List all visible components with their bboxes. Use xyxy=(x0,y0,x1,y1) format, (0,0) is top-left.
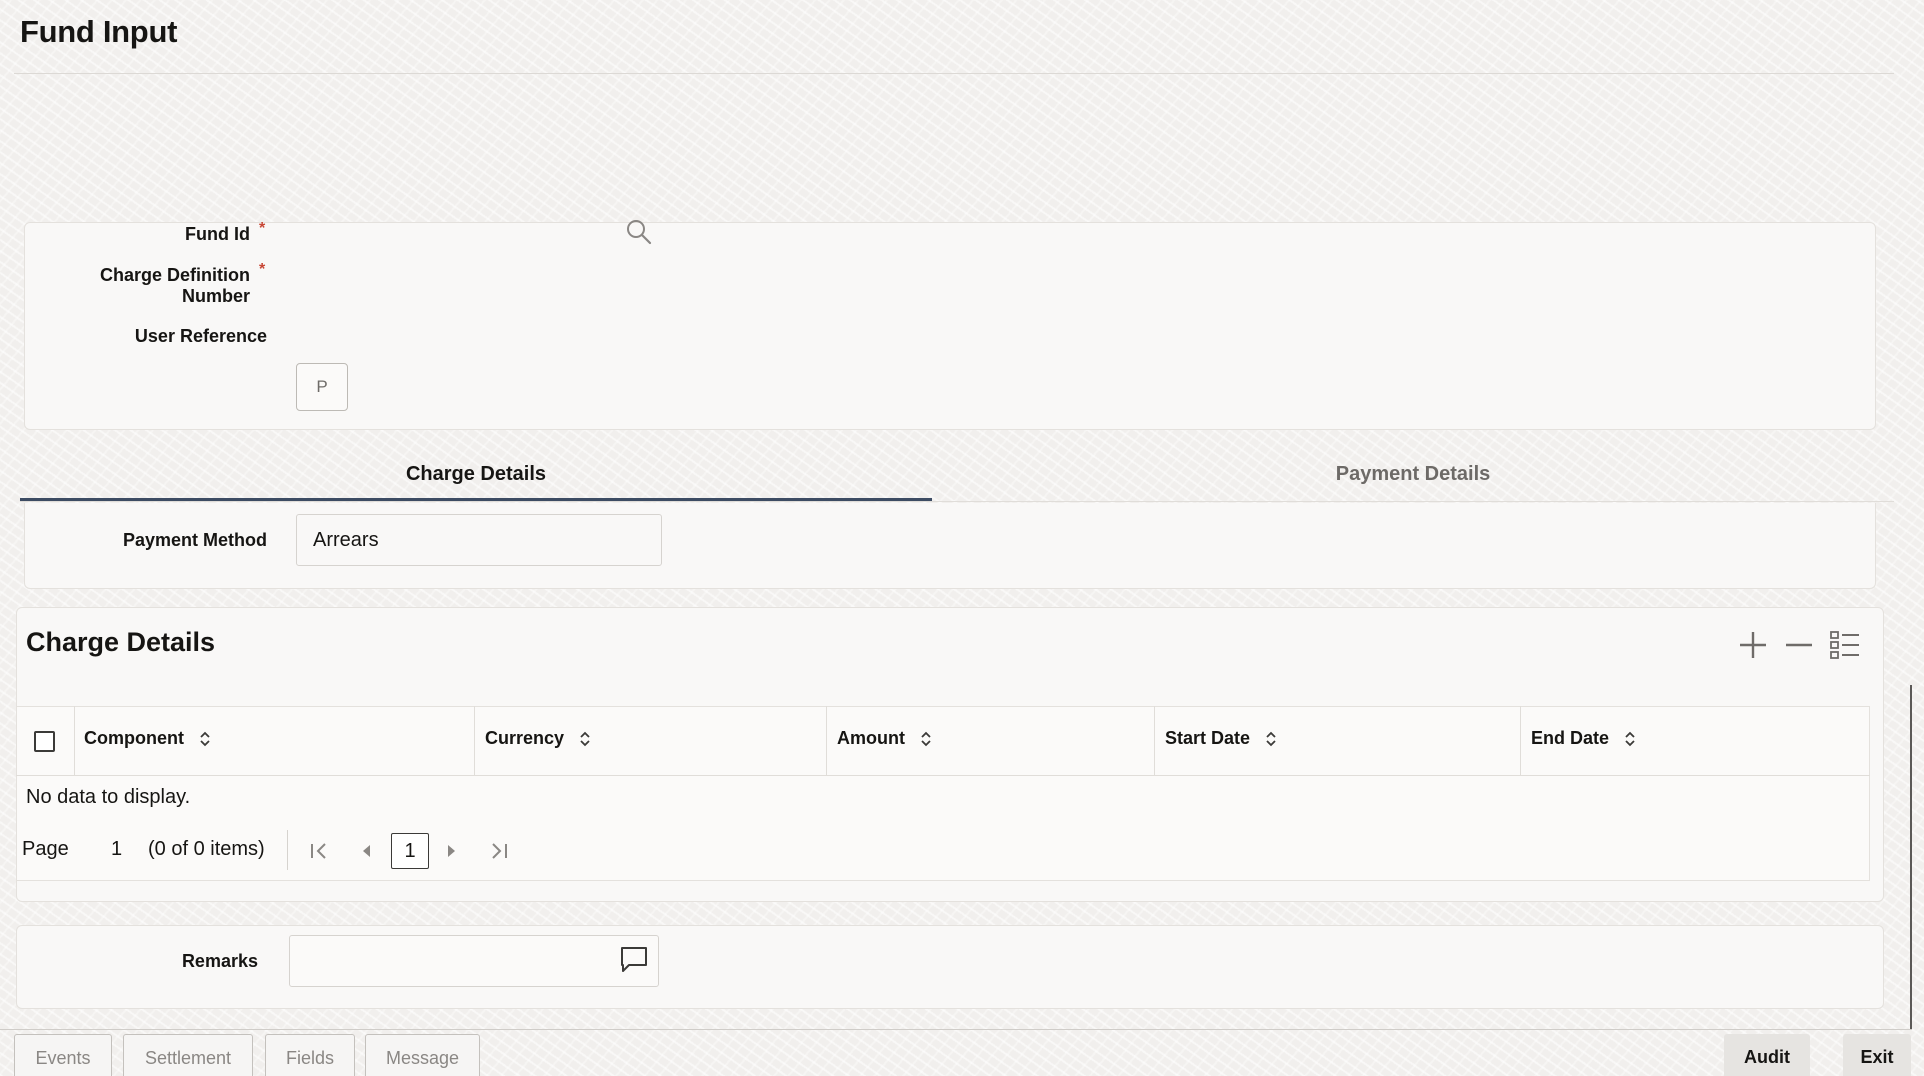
message-button[interactable]: Message xyxy=(365,1034,480,1076)
plus-icon[interactable] xyxy=(1736,628,1770,662)
page-title: Fund Input xyxy=(20,14,178,49)
tab-charge-details[interactable]: Charge Details xyxy=(20,456,932,502)
last-page-icon[interactable] xyxy=(486,836,512,866)
column-header-currency[interactable]: Currency xyxy=(485,728,592,749)
required-mark: * xyxy=(259,261,266,278)
charge-definition-label-line2: Number xyxy=(181,286,250,306)
charge-details-title: Charge Details xyxy=(26,627,216,657)
charge-definition-label-line1: Charge Definition xyxy=(99,265,250,285)
pager-label: Page xyxy=(22,838,69,860)
column-label: End Date xyxy=(1531,728,1610,748)
exit-button[interactable]: Exit xyxy=(1843,1034,1911,1076)
sort-icon[interactable] xyxy=(198,729,212,749)
search-icon[interactable] xyxy=(624,217,654,247)
column-label: Start Date xyxy=(1165,728,1251,748)
column-divider xyxy=(74,706,75,776)
column-header-amount[interactable]: Amount xyxy=(837,728,933,749)
sort-icon[interactable] xyxy=(919,729,933,749)
remarks-label: Remarks xyxy=(181,951,258,971)
message-icon[interactable] xyxy=(618,944,650,974)
payment-method-field[interactable]: Arrears xyxy=(296,514,662,566)
column-header-end-date[interactable]: End Date xyxy=(1531,728,1637,749)
select-all-checkbox[interactable] xyxy=(34,731,55,752)
pager-page-number: 1 xyxy=(111,838,123,860)
charge-definition-label: Charge Definition Number xyxy=(60,265,250,307)
pager-divider xyxy=(287,830,288,870)
column-label: Currency xyxy=(485,728,565,748)
title-divider xyxy=(14,73,1894,74)
audit-button[interactable]: Audit xyxy=(1724,1034,1810,1076)
user-reference-label: User Reference xyxy=(134,326,267,346)
settlement-button[interactable]: Settlement xyxy=(123,1034,253,1076)
next-page-icon[interactable] xyxy=(438,836,464,866)
scroll-edge xyxy=(1910,685,1912,1030)
payment-method-label: Payment Method xyxy=(122,530,267,550)
fields-button[interactable]: Fields xyxy=(265,1034,355,1076)
list-icon[interactable] xyxy=(1828,628,1862,662)
column-header-component[interactable]: Component xyxy=(84,728,212,749)
column-label: Component xyxy=(84,728,184,748)
previous-page-icon[interactable] xyxy=(354,836,380,866)
charge-definition-field[interactable] xyxy=(296,262,656,292)
minus-icon[interactable] xyxy=(1782,628,1816,662)
fund-id-label-text: Fund Id xyxy=(185,224,250,244)
empty-message: No data to display. xyxy=(26,786,191,808)
sort-icon[interactable] xyxy=(578,729,592,749)
current-page-input[interactable]: 1 xyxy=(391,833,429,869)
sort-icon[interactable] xyxy=(1264,729,1278,749)
pager-items-count: (0 of 0 items) xyxy=(148,838,265,860)
column-divider xyxy=(1520,706,1521,776)
column-label: Amount xyxy=(837,728,905,748)
column-divider xyxy=(1154,706,1155,776)
fund-id-label: Fund Id xyxy=(120,224,250,245)
column-divider xyxy=(474,706,475,776)
user-reference-field[interactable] xyxy=(296,322,656,352)
p-button[interactable]: P xyxy=(296,363,348,411)
first-page-icon[interactable] xyxy=(306,836,332,866)
sort-icon[interactable] xyxy=(1623,729,1637,749)
remarks-field[interactable] xyxy=(289,935,659,987)
fund-id-field[interactable] xyxy=(296,218,656,248)
required-mark: * xyxy=(259,220,266,237)
tab-divider xyxy=(20,501,1894,502)
column-header-start-date[interactable]: Start Date xyxy=(1165,728,1278,749)
footer-divider xyxy=(0,1029,1912,1030)
events-button[interactable]: Events xyxy=(14,1034,112,1076)
column-divider xyxy=(826,706,827,776)
tab-payment-details[interactable]: Payment Details xyxy=(932,456,1894,502)
